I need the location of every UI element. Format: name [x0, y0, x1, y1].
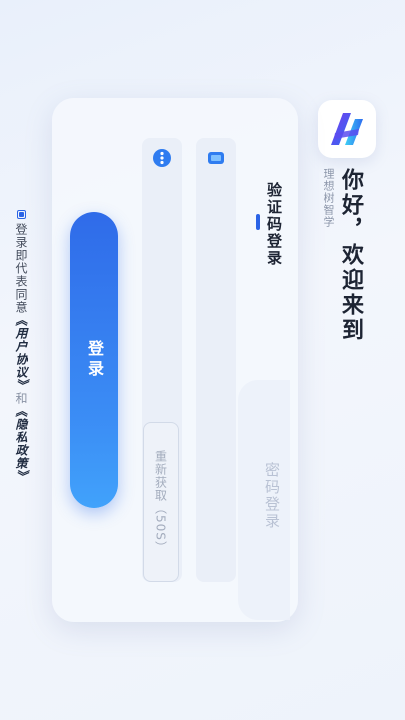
app-logo-icon	[318, 100, 376, 158]
phone-field[interactable]	[196, 138, 236, 582]
user-agreement-link[interactable]: 《用户协议》	[13, 314, 30, 392]
resend-code-button[interactable]: 重新获取（50S）	[143, 422, 179, 582]
privacy-policy-link[interactable]: 《隐私政策》	[13, 405, 30, 483]
agreement-and: 和	[14, 392, 28, 405]
welcome-title: 你好，欢迎来到	[338, 168, 363, 343]
resend-code-label: 重新获取（50S）	[153, 450, 168, 554]
brand-subtitle: 理想树智学	[322, 168, 335, 228]
agreement-checkbox[interactable]	[17, 210, 26, 219]
agreement-row: 登录即代表同意 《用户协议》 和 《隐私政策》	[10, 210, 33, 483]
phone-input[interactable]	[202, 182, 230, 452]
code-input[interactable]	[148, 182, 176, 452]
agreement-prefix: 登录即代表同意	[14, 223, 28, 314]
tab-sms-login[interactable]: 验证码登录	[264, 182, 285, 267]
message-icon	[150, 146, 174, 170]
tab-password-login[interactable]: 密码登录	[262, 462, 283, 530]
checkbox-check-icon	[19, 212, 24, 217]
login-button-label: 登录	[85, 340, 104, 380]
active-tab-indicator	[256, 214, 260, 230]
login-button[interactable]: 登录	[70, 212, 118, 508]
phone-icon	[204, 146, 228, 170]
